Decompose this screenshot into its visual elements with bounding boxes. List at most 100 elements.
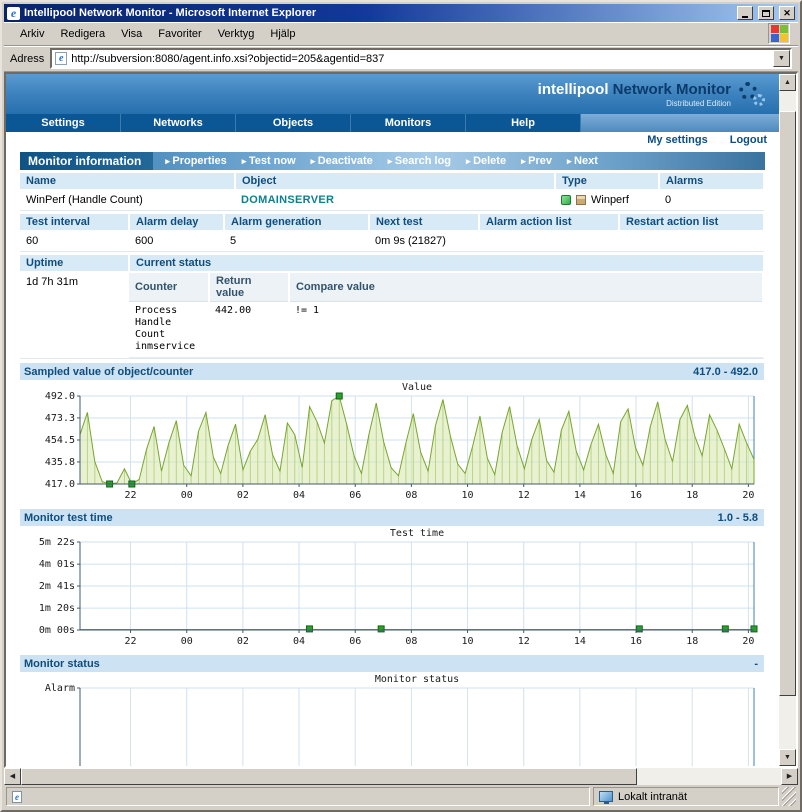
table-row: 1d 7h 31m Counter Return value Compare v… xyxy=(20,272,764,359)
properties-button[interactable]: Properties xyxy=(165,155,226,167)
address-input[interactable]: e http://subversion:8080/agent.info.xsi?… xyxy=(50,48,792,69)
main-nav: Settings Networks Objects Monitors Help xyxy=(6,114,779,132)
nav-monitors[interactable]: Monitors xyxy=(351,114,466,132)
menu-redigera[interactable]: Redigera xyxy=(52,25,113,43)
svg-text:14: 14 xyxy=(574,490,586,501)
monitor-status-chart: 220002040608101214161820AlarmOkMonitor s… xyxy=(20,672,764,766)
svg-text:06: 06 xyxy=(349,636,361,647)
resize-grip[interactable] xyxy=(782,787,796,806)
menu-hjalp[interactable]: Hjälp xyxy=(262,25,303,43)
sampled-value-section-header: Sampled value of object/counter 417.0 - … xyxy=(20,363,764,380)
horizontal-scrollbar[interactable]: ◀ ▶ xyxy=(4,768,798,785)
web-page: intellipool Network Monitor Distributed … xyxy=(6,74,779,766)
section-title: Sampled value of object/counter xyxy=(24,366,193,378)
monitor-type: Winperf xyxy=(591,194,629,206)
address-dropdown-button[interactable]: ▼ xyxy=(773,50,790,67)
nav-help[interactable]: Help xyxy=(466,114,581,132)
title-bar: e Intellipool Network Monitor - Microsof… xyxy=(4,4,798,22)
intranet-zone-icon xyxy=(599,791,613,802)
vertical-scrollbar[interactable]: ▲ ▼ xyxy=(779,74,796,766)
svg-text:22: 22 xyxy=(125,490,137,501)
horizontal-scroll-track[interactable] xyxy=(21,768,781,785)
menu-visa[interactable]: Visa xyxy=(113,25,150,43)
alarm-generation-value: 5 xyxy=(224,231,369,252)
svg-text:18: 18 xyxy=(686,636,698,647)
section-range: 1.0 - 5.8 xyxy=(718,512,758,524)
col-return-value: Return value xyxy=(209,273,289,302)
scroll-right-button[interactable]: ▶ xyxy=(781,768,798,785)
svg-text:10: 10 xyxy=(462,490,474,501)
svg-text:435.8: 435.8 xyxy=(45,457,75,468)
minimize-icon xyxy=(742,16,748,18)
scroll-up-button[interactable]: ▲ xyxy=(779,74,796,91)
windows-logo-icon xyxy=(768,23,790,44)
address-bar: Adress e http://subversion:8080/agent.in… xyxy=(4,46,798,72)
window-title: Intellipool Network Monitor - Microsoft … xyxy=(24,7,732,19)
winperf-type-icon xyxy=(576,195,586,205)
value-chart: 220002040608101214161820492.0473.3454.54… xyxy=(20,380,764,505)
delete-button[interactable]: Delete xyxy=(466,155,506,167)
maximize-icon xyxy=(762,10,770,17)
svg-text:454.5: 454.5 xyxy=(45,435,75,446)
svg-text:Alarm: Alarm xyxy=(45,683,75,694)
test-now-button[interactable]: Test now xyxy=(242,155,296,167)
deactivate-button[interactable]: Deactivate xyxy=(311,155,373,167)
svg-text:Test time: Test time xyxy=(390,528,444,539)
monitor-info-toolbar: Monitor information Properties Test now … xyxy=(20,152,765,170)
col-object: Object xyxy=(235,173,555,190)
menu-favoriter[interactable]: Favoriter xyxy=(150,25,209,43)
object-link[interactable]: DOMAINSERVER xyxy=(241,194,334,206)
brand-name: intellipool xyxy=(538,81,609,98)
counter-value: Process Handle Count inmservice xyxy=(129,302,209,358)
security-zone-panel: Lokalt intranät xyxy=(593,787,779,806)
svg-text:1m 20s: 1m 20s xyxy=(39,603,75,614)
logout-link[interactable]: Logout xyxy=(730,134,767,146)
prev-button[interactable]: Prev xyxy=(521,155,552,167)
scroll-left-button[interactable]: ◀ xyxy=(4,768,21,785)
vertical-scroll-thumb[interactable] xyxy=(779,111,796,697)
svg-text:06: 06 xyxy=(349,490,361,501)
close-button[interactable]: ✕ xyxy=(779,6,795,20)
next-button[interactable]: Next xyxy=(567,155,598,167)
section-range: 417.0 - 492.0 xyxy=(693,366,758,378)
horizontal-scroll-thumb[interactable] xyxy=(21,768,637,785)
compare-value: != 1 xyxy=(289,302,763,358)
maximize-button[interactable] xyxy=(758,6,774,20)
page-icon: e xyxy=(55,52,67,65)
col-alarm-action-list: Alarm action list xyxy=(479,214,619,231)
status-panel: e xyxy=(6,787,590,806)
page-title: Monitor information xyxy=(20,152,153,170)
table-row: WinPerf (Handle Count) DOMAINSERVER Winp… xyxy=(20,190,764,211)
page-content: Monitor information Properties Test now … xyxy=(6,147,779,766)
svg-text:08: 08 xyxy=(405,636,417,647)
menu-verktyg[interactable]: Verktyg xyxy=(210,25,263,43)
uptime-value: 1d 7h 31m xyxy=(20,272,129,359)
svg-text:0m 00s: 0m 00s xyxy=(39,625,75,636)
menu-arkiv[interactable]: Arkiv xyxy=(12,25,52,43)
status-table: Uptime Current status 1d 7h 31m Counter … xyxy=(20,255,765,359)
monitor-name: WinPerf (Handle Count) xyxy=(20,190,235,211)
nav-objects[interactable]: Objects xyxy=(236,114,351,132)
app-logo: intellipool Network Monitor Distributed … xyxy=(538,81,731,108)
test-time-chart: 2200020406081012141618205m 22s4m 01s2m 4… xyxy=(20,526,764,651)
alarm-action-list-value xyxy=(479,231,619,252)
document-status-icon: e xyxy=(12,791,22,803)
search-log-button[interactable]: Search log xyxy=(388,155,451,167)
svg-text:02: 02 xyxy=(237,636,249,647)
section-range: - xyxy=(754,658,758,670)
vertical-scroll-track[interactable] xyxy=(779,91,796,749)
svg-text:04: 04 xyxy=(293,490,305,501)
ie-app-icon: e xyxy=(7,7,20,20)
nav-settings[interactable]: Settings xyxy=(6,114,121,132)
product-name: Network Monitor xyxy=(609,81,732,98)
nav-filler xyxy=(581,114,779,132)
scroll-down-button[interactable]: ▼ xyxy=(779,749,796,766)
svg-text:04: 04 xyxy=(293,636,305,647)
address-label: Adress xyxy=(10,53,44,65)
minimize-button[interactable] xyxy=(737,6,753,20)
my-settings-link[interactable]: My settings xyxy=(647,134,708,146)
monitor-summary-table: Name Object Type Alarms WinPerf (Handle … xyxy=(20,173,765,211)
menu-bar: Arkiv Redigera Visa Favoriter Verktyg Hj… xyxy=(4,22,798,46)
status-ok-icon xyxy=(561,195,571,205)
nav-networks[interactable]: Networks xyxy=(121,114,236,132)
